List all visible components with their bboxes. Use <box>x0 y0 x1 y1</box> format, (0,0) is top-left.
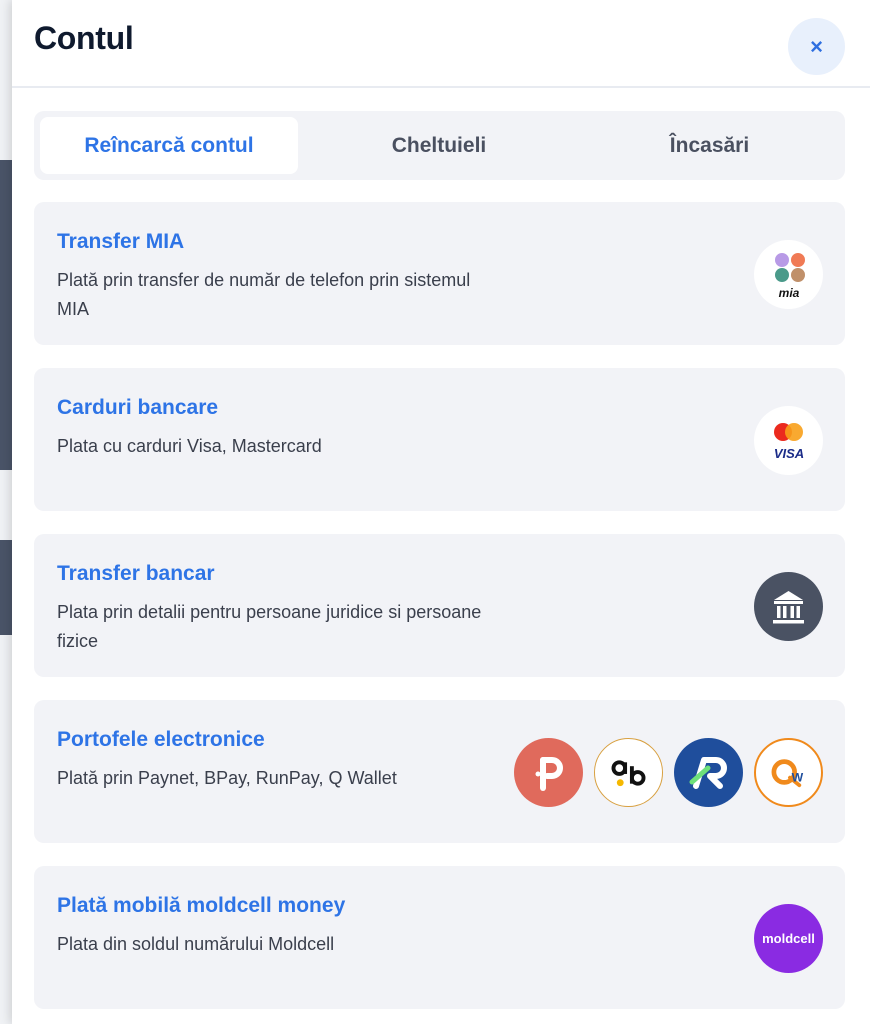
method-title: Transfer MIA <box>57 230 185 253</box>
method-title: Portofele electronice <box>57 728 265 751</box>
bank-icon <box>754 572 823 641</box>
mia-logo-icon: mia <box>754 240 823 309</box>
tab-top-up[interactable]: Reîncarcă contul <box>40 117 298 174</box>
method-logos: W <box>514 738 823 807</box>
page-title: Contul <box>34 20 134 56</box>
svg-text:mia: mia <box>779 286 800 300</box>
method-description: Plata prin detalii pentru persoane jurid… <box>57 602 482 651</box>
method-logos: VISA <box>754 406 823 475</box>
payment-method-mia[interactable]: Transfer MIA Plată prin transfer de numă… <box>34 202 845 345</box>
qwallet-icon: W <box>754 738 823 807</box>
tab-expenses[interactable]: Cheltuieli <box>298 117 580 174</box>
payment-method-bank-transfer[interactable]: Transfer bancar Plata prin detalii pentr… <box>34 534 845 677</box>
bpay-icon <box>594 738 663 807</box>
close-button[interactable]: × <box>788 18 845 75</box>
method-logos: mia <box>754 240 823 309</box>
method-title: Transfer bancar <box>57 562 215 585</box>
panel-header: Contul × <box>12 0 870 88</box>
payment-method-moldcell[interactable]: Plată mobilă moldcell money Plata din so… <box>34 866 845 1009</box>
method-title: Carduri bancare <box>57 396 219 419</box>
svg-text:W: W <box>792 770 804 784</box>
close-icon: × <box>810 33 823 59</box>
payment-method-e-wallets[interactable]: Portofele electronice Plată prin Paynet,… <box>34 700 845 843</box>
runpay-icon <box>674 738 743 807</box>
paynet-icon <box>514 738 583 807</box>
account-panel: Contul × Reîncarcă contul Cheltuieli Înc… <box>12 0 870 1024</box>
method-title: Plată mobilă moldcell money <box>57 894 346 917</box>
method-description: Plata cu carduri Visa, Mastercard <box>57 436 322 456</box>
method-logos <box>754 572 823 641</box>
method-description: Plată prin Paynet, BPay, RunPay, Q Walle… <box>57 768 397 788</box>
method-description: Plata din soldul numărului Moldcell <box>57 934 335 954</box>
method-logos: moldcell <box>754 904 823 973</box>
svg-text:moldcell: moldcell <box>762 931 815 946</box>
svg-text:VISA: VISA <box>774 446 804 461</box>
moldcell-icon: moldcell <box>754 904 823 973</box>
method-description: Plată prin transfer de număr de telefon … <box>57 270 471 319</box>
payment-method-cards[interactable]: Carduri bancare Plata cu carduri Visa, M… <box>34 368 845 511</box>
tab-income[interactable]: Încasări <box>580 117 839 174</box>
tabs-bar: Reîncarcă contul Cheltuieli Încasări <box>34 111 845 180</box>
visa-mastercard-icon: VISA <box>754 406 823 475</box>
